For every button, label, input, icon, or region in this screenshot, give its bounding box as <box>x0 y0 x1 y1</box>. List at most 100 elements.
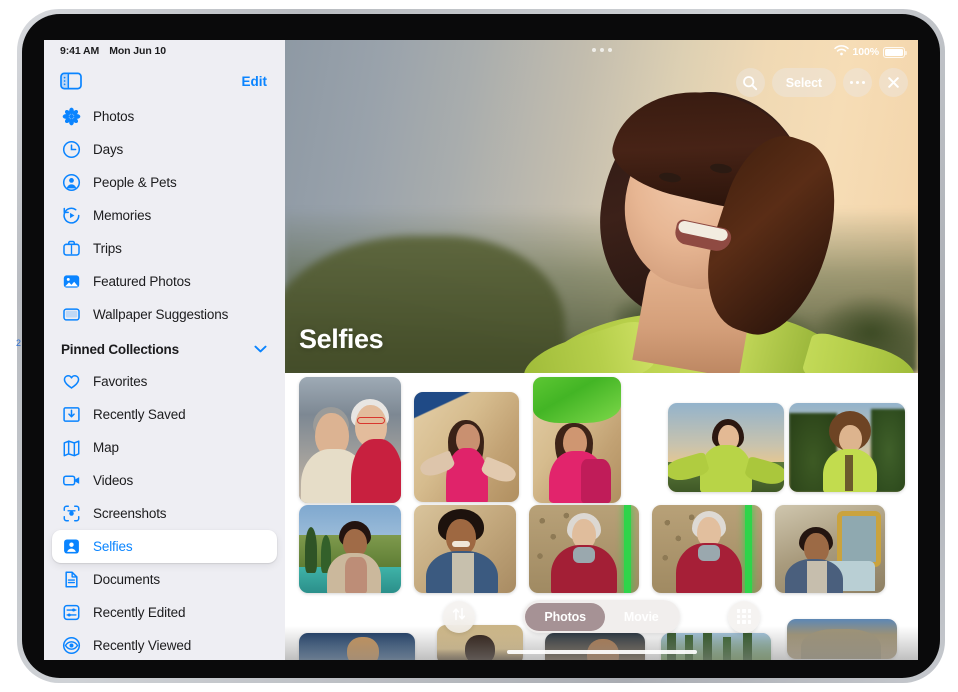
status-bar: 9:41 AM Mon Jun 10 <box>44 40 285 62</box>
status-bar-right: 100% <box>834 43 905 61</box>
selfie-woman-red-shawl-2[interactable] <box>652 505 762 593</box>
ellipsis-icon <box>850 81 865 84</box>
sidebar-item-memories[interactable]: Memories <box>52 199 277 232</box>
sidebar-item-label: People & Pets <box>93 175 177 190</box>
sidebar-item-label: Featured Photos <box>93 274 191 289</box>
sidebar-item-label: Videos <box>93 473 133 488</box>
close-button[interactable] <box>879 68 908 97</box>
memories-play-icon <box>61 205 82 226</box>
selfie-older-couple[interactable] <box>299 377 401 503</box>
sidebar-item-label: Recently Saved <box>93 407 185 422</box>
selfie-man-poolside[interactable] <box>299 505 401 593</box>
selfie-woman-green-sunset[interactable] <box>668 403 784 492</box>
sidebar-item-documents[interactable]: Documents <box>52 563 277 596</box>
hero-photo[interactable]: 100% Select <box>285 40 918 373</box>
selfie-partial-3[interactable] <box>545 633 645 660</box>
photo-cell <box>775 505 885 593</box>
selfie-partial-5[interactable] <box>787 619 897 659</box>
chevron-down-icon[interactable] <box>254 340 267 358</box>
sidebar-item-recently-edited[interactable]: Recently Edited <box>52 596 277 629</box>
sidebar-item-recently-viewed[interactable]: Recently Viewed <box>52 629 277 660</box>
sidebar-item-map[interactable]: Map <box>52 431 277 464</box>
home-indicator <box>507 650 697 655</box>
sidebar-item-favorites[interactable]: Favorites <box>52 365 277 398</box>
album-title: Selfies <box>299 324 383 355</box>
sidebar-item-wallpaper-suggestions[interactable]: Wallpaper Suggestions <box>52 298 277 331</box>
sidebar-item-screenshots[interactable]: Screenshots <box>52 497 277 530</box>
sidebar-item-photos[interactable]: Photos <box>52 100 277 133</box>
photos-sidebar: 9:41 AM Mon Jun 10 Edit <box>44 40 285 660</box>
selfie-man-denim-wall[interactable] <box>414 505 516 593</box>
select-button[interactable]: Select <box>772 68 836 97</box>
sidebar-item-label: Wallpaper Suggestions <box>93 307 228 322</box>
photo-cell <box>299 377 401 503</box>
search-button[interactable] <box>736 68 765 97</box>
sidebar-primary-list: Photos Days <box>44 100 285 331</box>
segment-movie[interactable]: Movie <box>605 603 678 631</box>
photo-cell <box>533 377 621 503</box>
photo-cell <box>299 633 415 660</box>
sidebar-item-trips[interactable]: Trips <box>52 232 277 265</box>
sidebar-toggle-icon[interactable] <box>60 72 82 90</box>
sort-arrows-icon <box>451 606 467 627</box>
photo-cell <box>789 377 905 492</box>
suitcase-icon <box>61 238 82 259</box>
grid-row <box>285 377 918 503</box>
sidebar-item-label: Favorites <box>93 374 147 389</box>
wifi-icon <box>834 43 849 61</box>
sidebar-item-label: Recently Edited <box>93 605 185 620</box>
selfie-woman-pink-overhead[interactable] <box>533 377 621 503</box>
eye-icon <box>61 635 82 656</box>
edit-button[interactable]: Edit <box>242 74 268 89</box>
sidebar-item-label: Map <box>93 440 119 455</box>
sidebar-item-label: Recently Viewed <box>93 638 191 653</box>
photo-cell <box>668 377 784 492</box>
sidebar-header: Edit <box>44 62 285 100</box>
grid-row <box>285 633 918 660</box>
document-icon <box>61 569 82 590</box>
heart-icon <box>61 371 82 392</box>
photo-cell <box>661 633 771 660</box>
status-time: 9:41 AM <box>60 45 99 57</box>
photos-flower-icon <box>61 106 82 127</box>
segment-label: Photos <box>544 610 585 624</box>
sidebar-item-videos[interactable]: Videos <box>52 464 277 497</box>
sidebar-item-featured-photos[interactable]: Featured Photos <box>52 265 277 298</box>
sort-button[interactable] <box>443 601 475 633</box>
multitask-dots-icon[interactable] <box>592 48 612 52</box>
photo-cell <box>529 505 639 593</box>
photo-cell <box>414 505 516 593</box>
photo-cell <box>414 377 519 502</box>
map-icon <box>61 437 82 458</box>
selfie-man-gold-interior[interactable] <box>775 505 885 593</box>
section-title: Pinned Collections <box>61 342 179 357</box>
screenshot-icon <box>61 503 82 524</box>
grid-view-button[interactable] <box>728 601 760 633</box>
sidebar-pinned-list: Favorites Recently Saved Map <box>44 365 285 660</box>
sidebar-item-label: Screenshots <box>93 506 166 521</box>
sliders-icon <box>61 602 82 623</box>
sidebar-item-label: Trips <box>93 241 122 256</box>
segment-photos[interactable]: Photos <box>525 603 604 631</box>
grid-view-icon <box>737 609 752 624</box>
photo-cell <box>545 633 645 660</box>
pinned-collections-section-header[interactable]: Pinned Collections <box>44 333 285 365</box>
selfie-icon <box>61 536 82 557</box>
selfie-person-curly-green[interactable] <box>789 403 905 492</box>
photo-cell <box>787 633 897 659</box>
photos-movie-segmented-control: Photos Movie <box>523 600 680 633</box>
select-button-label: Select <box>786 76 822 90</box>
detail-toolbar: Select <box>736 68 908 97</box>
sidebar-item-label: Documents <box>93 572 160 587</box>
sidebar-item-selfies[interactable]: Selfies <box>52 530 277 563</box>
selfie-woman-red-shawl[interactable] <box>529 505 639 593</box>
selfie-partial-4[interactable] <box>661 633 771 660</box>
sidebar-item-people-pets[interactable]: People & Pets <box>52 166 277 199</box>
sidebar-item-recently-saved[interactable]: Recently Saved <box>52 398 277 431</box>
selfie-partial-1[interactable] <box>299 633 415 660</box>
sidebar-item-label: Days <box>93 142 123 157</box>
more-options-button[interactable] <box>843 68 872 97</box>
grid-row <box>285 505 918 593</box>
sidebar-item-days[interactable]: Days <box>52 133 277 166</box>
selfie-woman-pink-canyon[interactable] <box>414 392 519 502</box>
